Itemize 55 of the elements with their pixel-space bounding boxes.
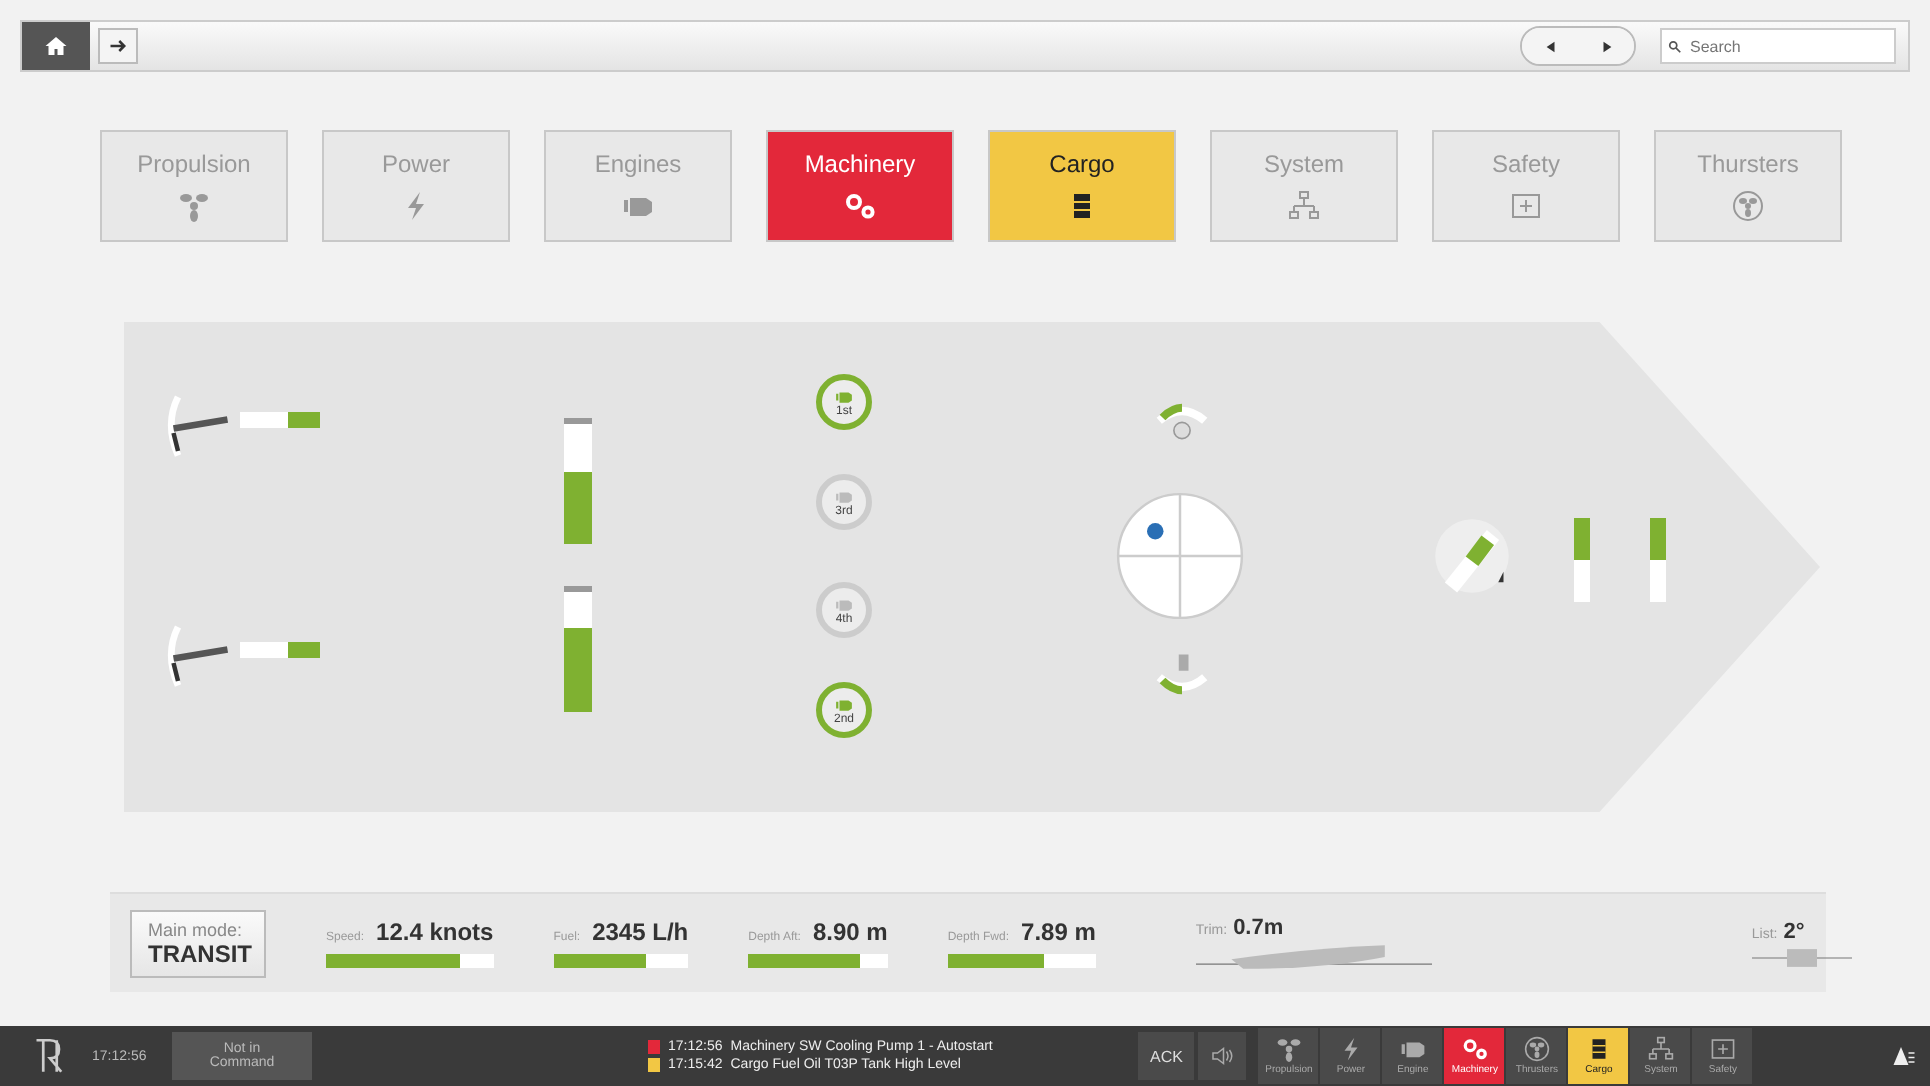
forward-button[interactable] <box>98 28 138 64</box>
propeller-icon <box>1275 1036 1302 1062</box>
triangle-right-icon <box>1599 39 1613 53</box>
gears-icon <box>844 190 876 222</box>
engine-icon <box>832 595 856 613</box>
trim-value: 0.7m <box>1233 916 1284 940</box>
gears-icon <box>1461 1036 1488 1062</box>
tank-gauge <box>564 586 592 712</box>
gauge-bar <box>553 954 689 968</box>
gauge-value: 2345 L/h <box>592 918 689 946</box>
mute-button[interactable] <box>1198 1032 1247 1080</box>
gauge-bar <box>748 954 888 968</box>
network-icon <box>1288 190 1320 222</box>
network-icon <box>1647 1036 1674 1062</box>
first-aid-icon <box>1709 1036 1736 1062</box>
nav-tab[interactable]: Propulsion <box>100 130 288 242</box>
propeller-icon <box>178 190 210 222</box>
fan-icon <box>1732 190 1764 222</box>
search-field[interactable]: Search <box>1660 28 1896 64</box>
engine-icon <box>832 487 856 505</box>
gauge-value: 12.4 knots <box>376 918 494 946</box>
nav-tab[interactable]: Power <box>322 130 510 242</box>
gauge-value: 8.90 m <box>812 918 888 946</box>
alert-menu-button[interactable] <box>1890 1044 1918 1068</box>
warning-menu-icon <box>1890 1044 1918 1068</box>
logo-icon <box>32 1036 68 1076</box>
nav-tab[interactable]: Machinery <box>766 130 954 242</box>
arrow-right-icon <box>108 36 128 56</box>
first-aid-icon <box>1510 190 1542 222</box>
nav-tab[interactable]: System <box>1210 130 1398 242</box>
pitch-bar <box>240 412 320 428</box>
speaker-icon <box>1210 1044 1235 1068</box>
engine-icon <box>832 695 856 713</box>
next-button[interactable] <box>1578 28 1634 64</box>
nav-tab[interactable]: Safety <box>1432 130 1620 242</box>
tank-gauge <box>564 418 592 544</box>
nav-tab[interactable]: Cargo <box>988 130 1176 242</box>
list-indicator-drawing <box>1751 947 1852 967</box>
joystick-drawing <box>1114 490 1246 622</box>
mode-button[interactable]: Main mode: TRANSIT <box>130 909 266 977</box>
home-button[interactable] <box>22 22 90 70</box>
nav-tab[interactable]: Thursters <box>1654 130 1842 242</box>
pitch-bar <box>240 642 320 658</box>
engine-icon <box>832 387 856 405</box>
gauge-value: 7.89 m <box>1021 918 1096 946</box>
thruster-gauge <box>1650 518 1666 602</box>
thruster-gauge <box>1574 518 1590 602</box>
list-value: 2° <box>1783 919 1805 943</box>
fan-icon <box>1523 1036 1550 1062</box>
ack-button[interactable]: ACK <box>1138 1032 1195 1080</box>
triangle-left-icon <box>1543 39 1557 53</box>
search-icon <box>1668 40 1682 54</box>
previous-button[interactable] <box>1522 28 1578 64</box>
nav-tab[interactable]: Engines <box>544 130 732 242</box>
home-icon <box>44 34 68 58</box>
